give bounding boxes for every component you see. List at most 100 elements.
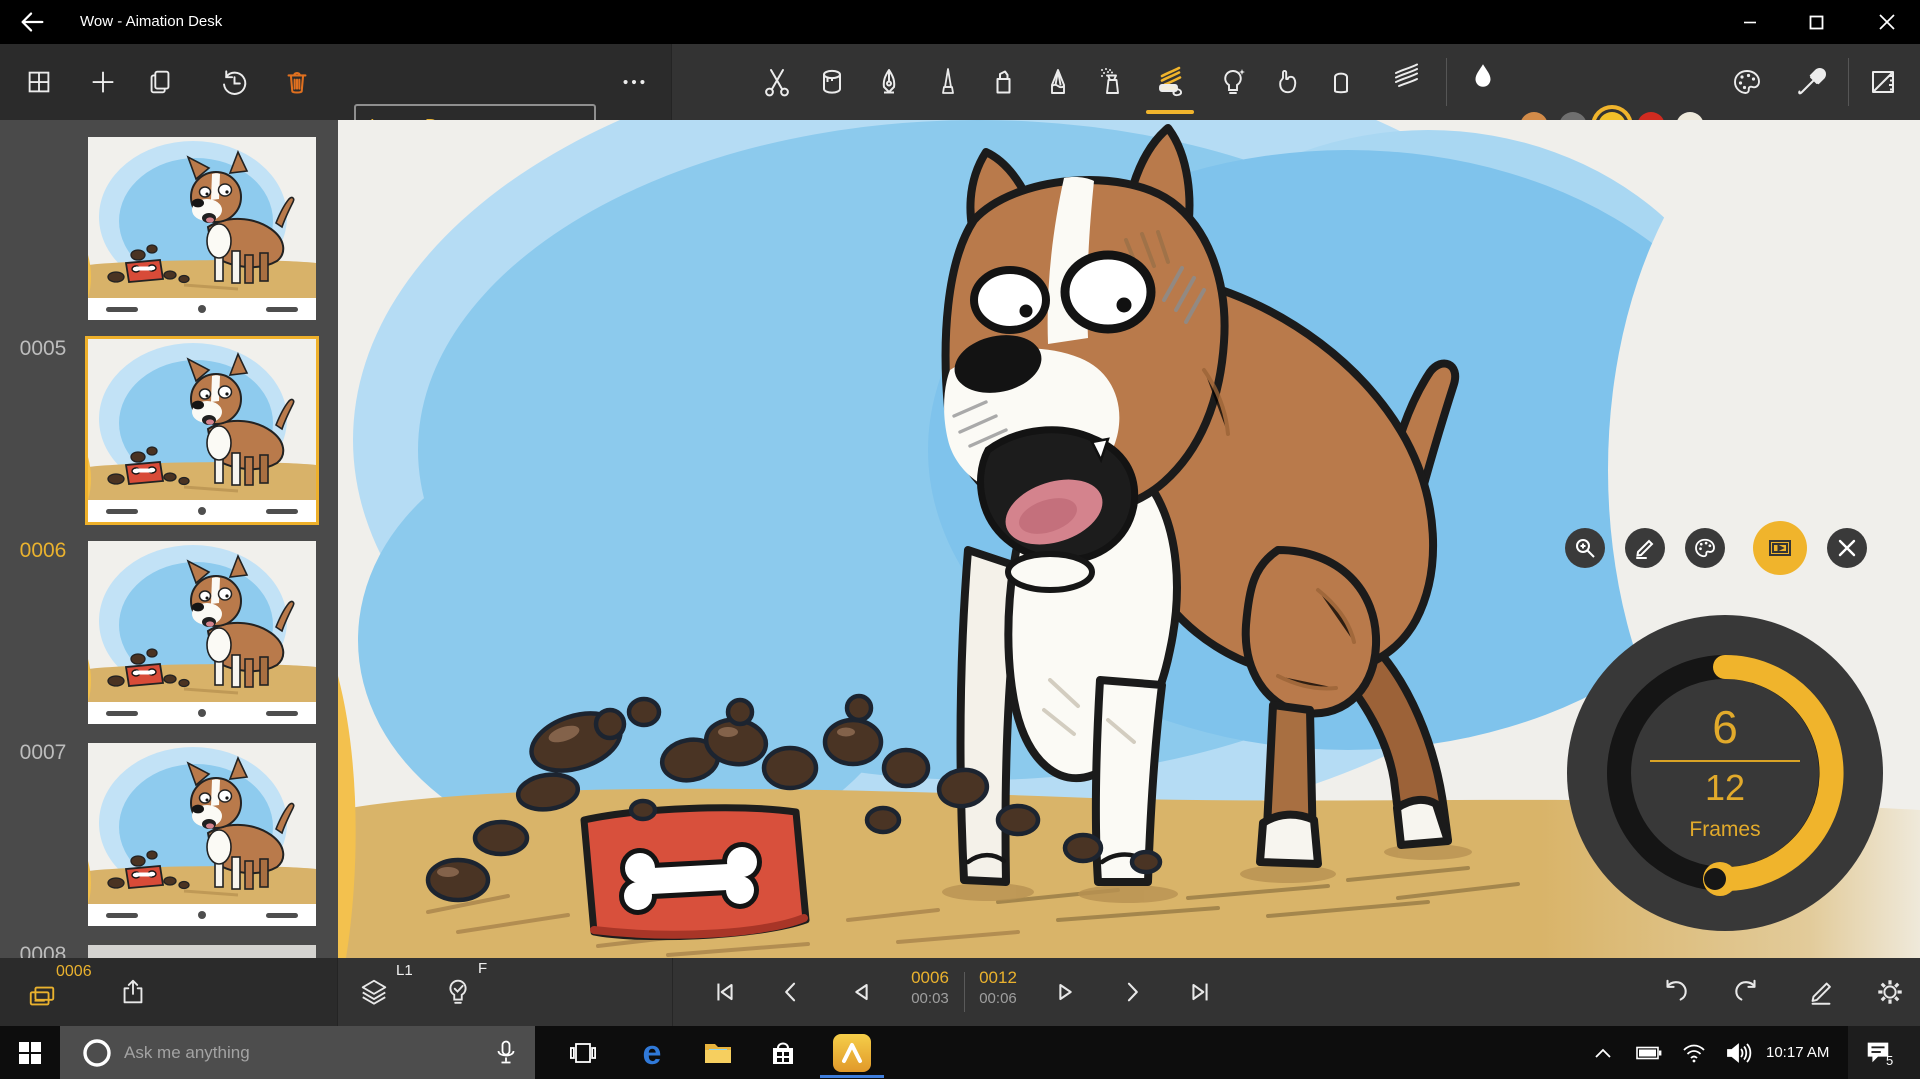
close-icon	[1879, 14, 1895, 30]
history-button[interactable]	[211, 56, 257, 108]
tool-glow-pen[interactable]	[1210, 56, 1256, 108]
tray-expand-button[interactable]	[1581, 1026, 1625, 1079]
draw-mode-button[interactable]	[1799, 970, 1843, 1014]
tool-airbrush[interactable]	[1090, 56, 1136, 108]
edit-button[interactable]	[1625, 528, 1665, 568]
palette-button[interactable]	[1724, 56, 1770, 108]
tool-fill-bucket[interactable]	[809, 56, 855, 108]
task-view-button[interactable]	[559, 1026, 607, 1079]
stroke-lines-icon	[1390, 60, 1422, 92]
triangle-right-icon	[1051, 977, 1081, 1007]
colors-button[interactable]	[1685, 528, 1725, 568]
opacity-button[interactable]	[1461, 54, 1505, 98]
eyedropper-button[interactable]	[1789, 56, 1835, 108]
skip-end-icon	[1185, 977, 1215, 1007]
notification-count-badge: 5	[1886, 1053, 1893, 1068]
palette-icon	[1693, 536, 1717, 560]
layers-button[interactable]	[352, 970, 396, 1014]
animation-app-button-active[interactable]	[828, 1026, 876, 1079]
battery-button[interactable]	[1627, 1026, 1671, 1079]
tool-pencil[interactable]	[1035, 56, 1081, 108]
frame-thumbnail-0005[interactable]	[88, 137, 316, 320]
cortana-search-bar[interactable]	[60, 1026, 535, 1079]
maximize-button[interactable]	[1793, 0, 1839, 44]
tool-scissors[interactable]	[754, 56, 800, 108]
settings-button[interactable]	[1868, 970, 1912, 1014]
chevron-left-icon	[777, 978, 805, 1006]
add-frame-button[interactable]	[80, 56, 126, 108]
tool-eraser[interactable]	[1318, 56, 1364, 108]
end-frame: 0012	[979, 968, 1017, 988]
end-time: 00:06	[979, 990, 1017, 1007]
plus-icon	[88, 67, 118, 97]
frame-list-sidebar: 0005 0006 0007 0008	[0, 120, 338, 958]
export-button[interactable]	[111, 970, 155, 1014]
store-bag-icon	[770, 1040, 796, 1066]
preview-player-button-active[interactable]	[1753, 521, 1807, 575]
task-view-icon	[570, 1042, 596, 1064]
trash-icon	[282, 67, 312, 97]
back-button[interactable]	[10, 0, 54, 44]
previous-frame-button[interactable]	[839, 970, 883, 1014]
windows-logo-icon	[19, 1042, 41, 1064]
tool-ink-pen[interactable]	[866, 56, 912, 108]
zoom-button[interactable]	[1565, 528, 1605, 568]
glow-bulb-icon	[1217, 66, 1249, 98]
folder-icon	[704, 1041, 732, 1065]
taskbar-clock[interactable]: 10:17 AM	[1766, 1026, 1829, 1079]
frame-thumbnail-0007[interactable]	[88, 541, 316, 724]
frame-thumbnail-0008[interactable]	[88, 743, 316, 926]
tool-liner-brush[interactable]	[925, 56, 971, 108]
frame-thumbnail-0006-selected[interactable]	[88, 339, 316, 522]
play-button[interactable]	[1044, 970, 1088, 1014]
ruler-button[interactable]	[1860, 56, 1906, 108]
frames-dial[interactable]: 6 12 Frames	[1560, 608, 1890, 938]
next-button[interactable]	[1110, 970, 1154, 1014]
frame-label: 0008	[0, 943, 86, 958]
previous-button[interactable]	[769, 970, 813, 1014]
wifi-icon	[1682, 1043, 1706, 1063]
more-options-button[interactable]	[611, 56, 657, 108]
microphone-icon[interactable]	[495, 1040, 517, 1066]
skip-to-end-button[interactable]	[1178, 970, 1222, 1014]
wifi-button[interactable]	[1672, 1026, 1716, 1079]
drawing-canvas[interactable]: 6 12 Frames	[338, 120, 1920, 958]
redo-button[interactable]	[1725, 970, 1769, 1014]
tool-marker[interactable]	[980, 56, 1026, 108]
title-bar: Wow - Aimation Desk	[0, 0, 1920, 44]
layer-indicator-label: L1	[396, 962, 413, 979]
layers-icon	[359, 977, 389, 1007]
storyboard-grid-button[interactable]	[16, 56, 62, 108]
duplicate-frame-button[interactable]	[137, 56, 183, 108]
frame-stack-button[interactable]	[22, 976, 62, 1016]
brush-size-button[interactable]	[1384, 54, 1428, 98]
minimize-button[interactable]	[1727, 0, 1773, 44]
thumbnail-image	[88, 541, 316, 702]
airbrush-icon	[1097, 66, 1129, 98]
dial-knob[interactable]	[1703, 862, 1737, 896]
edge-browser-button[interactable]: e	[628, 1026, 676, 1079]
copy-icon	[145, 67, 175, 97]
bottom-bar: 0006 L1 F 0006 00:03 0012 00:06	[0, 958, 1920, 1026]
eraser-icon	[1325, 66, 1357, 98]
delete-frame-button[interactable]	[274, 56, 320, 108]
start-button[interactable]	[6, 1026, 54, 1079]
close-overlay-button[interactable]	[1827, 528, 1867, 568]
tool-pastel-brush[interactable]	[1147, 56, 1193, 108]
frame-label: 0005	[0, 337, 86, 361]
undo-button[interactable]	[1653, 970, 1697, 1014]
file-explorer-button[interactable]	[694, 1026, 742, 1079]
share-export-icon	[118, 977, 148, 1007]
onion-skin-button[interactable]	[436, 970, 480, 1014]
palette-icon	[1731, 66, 1763, 98]
search-input[interactable]	[124, 1043, 495, 1063]
skip-to-start-button[interactable]	[703, 970, 747, 1014]
minimize-icon	[1743, 15, 1757, 29]
tool-smudge[interactable]	[1264, 56, 1310, 108]
store-button[interactable]	[759, 1026, 807, 1079]
close-button[interactable]	[1864, 0, 1910, 44]
frame-thumbnail-next-partial[interactable]	[88, 945, 316, 958]
battery-icon	[1636, 1046, 1662, 1060]
volume-button[interactable]	[1716, 1026, 1762, 1079]
action-center-button[interactable]	[1856, 1032, 1900, 1072]
